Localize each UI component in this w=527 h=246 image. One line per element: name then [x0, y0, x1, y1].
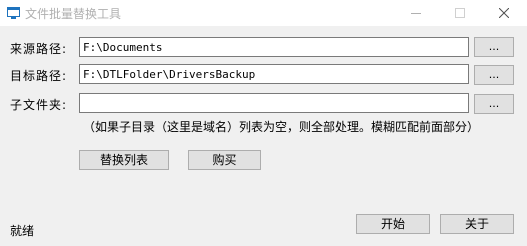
minimize-icon — [411, 13, 421, 14]
source-path-input[interactable] — [79, 37, 469, 57]
target-path-label: 目标路径: — [10, 69, 68, 83]
app-window: 文件批量替换工具 来源路径: ... 目标路径: ... 子文件夹: ... （… — [0, 0, 527, 246]
target-path-input[interactable] — [79, 64, 469, 84]
maximize-icon — [455, 8, 465, 18]
status-text: 就绪 — [10, 224, 35, 238]
minimize-button[interactable] — [394, 0, 438, 26]
subfolder-hint: （如果子目录（这里是域名）列表为空，则全部处理。模糊匹配前面部分） — [83, 120, 480, 134]
subfolder-browse-button[interactable]: ... — [474, 94, 514, 114]
close-button[interactable] — [482, 0, 526, 26]
subfolder-input[interactable] — [79, 93, 469, 113]
buy-button[interactable]: 购买 — [188, 150, 261, 170]
source-path-label: 来源路径: — [10, 42, 68, 56]
subfolder-label: 子文件夹: — [10, 98, 68, 112]
close-icon — [499, 8, 509, 18]
title-bar: 文件批量替换工具 — [0, 0, 527, 26]
target-browse-button[interactable]: ... — [474, 65, 514, 85]
start-button[interactable]: 开始 — [356, 214, 430, 234]
maximize-button[interactable] — [438, 0, 482, 26]
window-icon — [7, 7, 20, 19]
window-title: 文件批量替换工具 — [25, 7, 122, 21]
source-browse-button[interactable]: ... — [474, 37, 514, 57]
about-button[interactable]: 关于 — [440, 214, 514, 234]
replace-list-button[interactable]: 替换列表 — [79, 150, 169, 170]
